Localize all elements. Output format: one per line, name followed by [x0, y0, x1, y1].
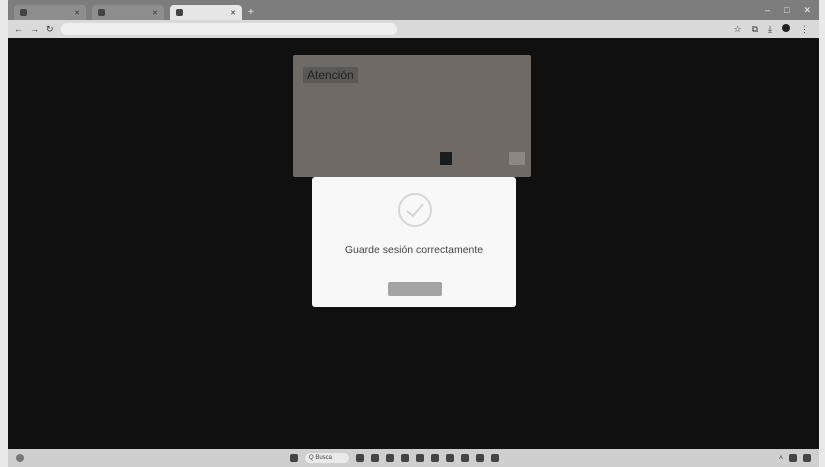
- modal-message: Guarde sesión correctamente: [344, 244, 484, 256]
- browser-window: ✕ ✕ ✕ + – □ ✕ ← → ↻ ☆ ⧉ ⤓ ⋮ Atención Gua…: [8, 0, 819, 449]
- maximize-button[interactable]: □: [784, 5, 789, 15]
- reload-icon[interactable]: ↻: [46, 24, 54, 35]
- weather-icon: [16, 454, 24, 462]
- tab-strip: ✕ ✕ ✕ + – □ ✕: [8, 0, 819, 20]
- favicon-icon: [176, 9, 183, 16]
- attention-card: Atención: [293, 55, 531, 177]
- forward-arrow-icon[interactable]: →: [30, 24, 39, 34]
- app-icon[interactable]: [356, 454, 364, 462]
- taskbar-search[interactable]: Q Busca: [305, 453, 349, 463]
- star-icon[interactable]: ☆: [734, 24, 742, 35]
- start-icon[interactable]: [290, 454, 298, 462]
- attention-title: Atención: [303, 67, 358, 83]
- profile-avatar[interactable]: [782, 23, 790, 32]
- back-arrow-icon[interactable]: ←: [14, 24, 23, 34]
- app-icon[interactable]: [386, 454, 394, 462]
- close-tab-icon[interactable]: ✕: [152, 9, 158, 17]
- toolbar-actions: ☆ ⧉ ⤓ ⋮: [734, 23, 820, 35]
- app-icon[interactable]: [446, 454, 454, 462]
- success-check-icon: [398, 193, 432, 227]
- extensions-icon[interactable]: ⧉: [752, 24, 758, 35]
- app-icon[interactable]: [401, 454, 409, 462]
- taskbar-apps: Q Busca: [290, 453, 499, 463]
- app-icon[interactable]: [461, 454, 469, 462]
- volume-icon[interactable]: [803, 454, 811, 462]
- tab-2[interactable]: ✕: [92, 5, 164, 20]
- taskbar: Q Busca ˄: [8, 449, 819, 467]
- minimize-button[interactable]: –: [765, 5, 770, 15]
- favicon-icon: [20, 9, 27, 16]
- app-icon[interactable]: [371, 454, 379, 462]
- menu-icon[interactable]: ⋮: [800, 24, 809, 35]
- download-icon[interactable]: ⤓: [768, 24, 772, 35]
- new-tab-button[interactable]: +: [248, 7, 254, 18]
- modal-ok-button[interactable]: [388, 282, 442, 296]
- weather-widget[interactable]: [8, 454, 24, 462]
- network-icon[interactable]: [789, 454, 797, 462]
- address-bar[interactable]: [60, 23, 397, 35]
- close-tab-icon[interactable]: ✕: [74, 9, 80, 17]
- success-modal: Guarde sesión correctamente: [312, 177, 516, 307]
- favicon-icon: [98, 9, 105, 16]
- app-icon[interactable]: [431, 454, 439, 462]
- app-icon[interactable]: [416, 454, 424, 462]
- attention-secondary-button[interactable]: [509, 152, 525, 165]
- system-tray: ˄: [779, 454, 819, 462]
- tab-1[interactable]: ✕: [14, 5, 86, 20]
- attention-primary-button[interactable]: [440, 152, 452, 165]
- chevron-up-icon[interactable]: ˄: [779, 455, 783, 462]
- app-icon[interactable]: [476, 454, 484, 462]
- app-icon[interactable]: [491, 454, 499, 462]
- close-tab-icon[interactable]: ✕: [230, 9, 236, 17]
- tab-3-active[interactable]: ✕: [170, 5, 242, 20]
- close-window-button[interactable]: ✕: [803, 5, 811, 16]
- address-toolbar: ← → ↻ ☆ ⧉ ⤓ ⋮: [8, 20, 819, 38]
- window-controls: – □ ✕: [765, 0, 819, 20]
